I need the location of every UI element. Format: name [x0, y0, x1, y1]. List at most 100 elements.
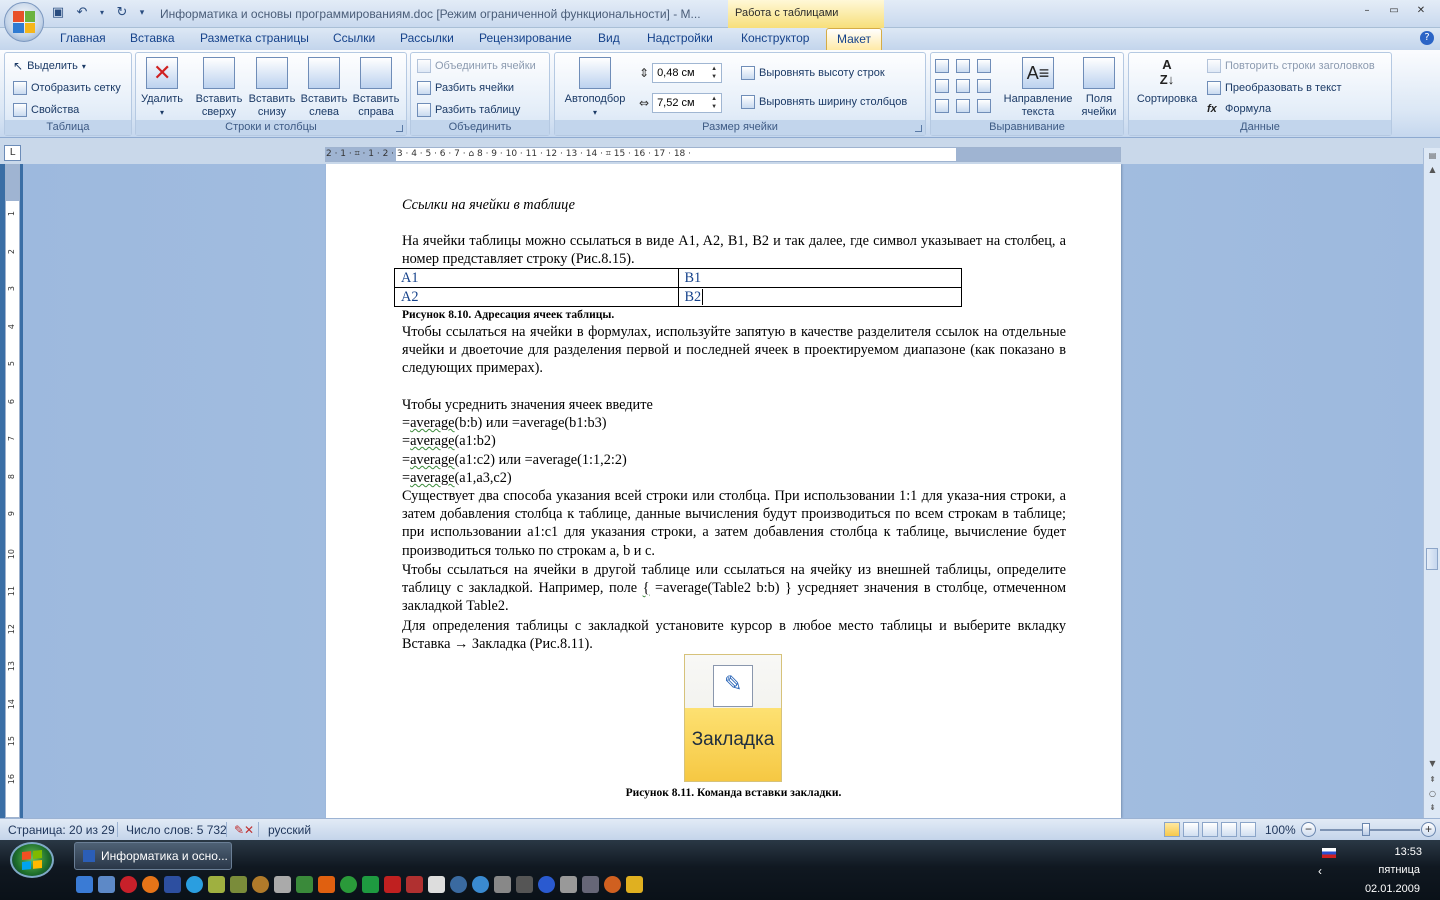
document-table[interactable]: A1 B1 A2 B2	[394, 268, 962, 307]
language-indicator[interactable]: русский	[268, 823, 311, 837]
document-page[interactable]: Ссылки на ячейки в таблице На ячейки таб…	[326, 164, 1121, 818]
show-grid-button[interactable]: Отобразить сетку	[13, 81, 121, 95]
notes-icon[interactable]	[626, 876, 643, 893]
browse-object-icon[interactable]: ○	[1427, 788, 1438, 799]
align-top-left-icon[interactable]	[935, 59, 949, 73]
dialog-launcher-icon[interactable]	[915, 125, 922, 132]
split-cells-button[interactable]: Разбить ячейки	[417, 81, 514, 95]
horizontal-ruler[interactable]: 2 · 1 · ⌗ · 1 · 2 · 3 · 4 · 5 · 6 · 7 · …	[325, 147, 1121, 162]
bookmark-button-image[interactable]: ✎ Закладка	[684, 654, 782, 782]
close-button[interactable]: ✕	[1408, 2, 1434, 19]
full-screen-reading-icon[interactable]	[1183, 822, 1199, 837]
pen-icon[interactable]	[494, 876, 511, 893]
tab-page-layout[interactable]: Разметка страницы	[200, 31, 309, 45]
save-icon[interactable]: ▣	[50, 5, 66, 21]
spellcheck-icon[interactable]: ✎✕	[234, 823, 254, 837]
previous-page-icon[interactable]: ⇞	[1427, 774, 1438, 785]
convert-to-text-button[interactable]: Преобразовать в текст	[1207, 81, 1342, 95]
calendar-icon[interactable]	[428, 876, 445, 893]
camera-icon[interactable]	[560, 876, 577, 893]
tab-view[interactable]: Вид	[598, 31, 620, 45]
ruler-toggle-icon[interactable]: ▤	[1427, 150, 1438, 161]
table-cell-active[interactable]: B2	[677, 287, 962, 307]
dialog-launcher-icon[interactable]	[396, 125, 403, 132]
cell-margins-button[interactable]: Поля ячейки	[1077, 57, 1121, 119]
pdf-icon[interactable]	[406, 876, 423, 893]
page-count[interactable]: Страница: 20 из 29	[8, 823, 115, 837]
opera-icon[interactable]	[120, 876, 137, 893]
save-app-icon[interactable]	[164, 876, 181, 893]
audio-icon[interactable]	[252, 876, 269, 893]
language-flag-icon[interactable]	[1322, 848, 1336, 858]
tab-insert[interactable]: Вставка	[130, 31, 175, 45]
plane-icon[interactable]	[582, 876, 599, 893]
restore-button[interactable]: ▭	[1381, 2, 1407, 19]
outline-view-icon[interactable]	[1221, 822, 1237, 837]
zoom-level[interactable]: 100%	[1265, 823, 1296, 837]
chrome-icon[interactable]	[340, 876, 357, 893]
insert-above-button[interactable]: Вставить сверху	[192, 57, 246, 119]
table-cell[interactable]: A1	[394, 268, 679, 288]
tray-expand-icon[interactable]: ‹	[1318, 864, 1322, 878]
office-button[interactable]	[4, 2, 44, 42]
clock-time[interactable]: 13:53	[1394, 846, 1422, 858]
lightning-icon[interactable]	[538, 876, 555, 893]
properties-button[interactable]: Свойства	[13, 103, 79, 117]
tab-design[interactable]: Конструктор	[741, 31, 809, 45]
zoom-in-icon[interactable]: +	[1421, 822, 1436, 837]
distribute-rows-button[interactable]: Выровнять высоту строк	[741, 66, 885, 80]
select-button[interactable]: ↖ Выделить ▾	[13, 59, 86, 73]
tab-references[interactable]: Ссылки	[333, 31, 375, 45]
row-height-spinner[interactable]: ⇕ 0,48 см	[639, 63, 723, 83]
battery-icon[interactable]	[274, 876, 291, 893]
start-button[interactable]	[10, 842, 54, 878]
column-width-input[interactable]: 7,52 см	[652, 93, 723, 113]
table-cell[interactable]: A2	[394, 287, 679, 307]
align-bottom-right-icon[interactable]	[977, 99, 991, 113]
firefox2-icon[interactable]	[604, 876, 621, 893]
tab-mailings[interactable]: Рассылки	[400, 31, 454, 45]
align-middle-left-icon[interactable]	[935, 79, 949, 93]
folder-icon[interactable]	[296, 876, 313, 893]
scroll-up-icon[interactable]: ▲	[1427, 164, 1438, 175]
align-middle-right-icon[interactable]	[977, 79, 991, 93]
app-h-icon[interactable]	[362, 876, 379, 893]
scroll-thumb[interactable]	[1426, 548, 1438, 570]
print-layout-icon[interactable]	[1164, 822, 1180, 837]
web-layout-icon[interactable]	[1202, 822, 1218, 837]
insert-below-button[interactable]: Вставить снизу	[246, 57, 298, 119]
undo-icon[interactable]: ↶	[74, 5, 90, 21]
zoom-out-icon[interactable]: −	[1301, 822, 1316, 837]
merge-cells-button[interactable]: Объединить ячейки	[417, 59, 536, 73]
align-bottom-center-icon[interactable]	[956, 99, 970, 113]
word-count[interactable]: Число слов: 5 732	[126, 823, 227, 837]
table-cell[interactable]: B1	[677, 268, 962, 288]
distribute-columns-button[interactable]: Выровнять ширину столбцов	[741, 95, 907, 109]
align-bottom-left-icon[interactable]	[935, 99, 949, 113]
column-width-spinner[interactable]: ⇔ 7,52 см	[639, 93, 723, 113]
text-direction-button[interactable]: A≡ Направление текста	[999, 57, 1077, 119]
tab-layout[interactable]: Макет	[826, 28, 882, 50]
minimize-button[interactable]: –	[1354, 2, 1380, 19]
red-app-icon[interactable]	[384, 876, 401, 893]
sort-button[interactable]: A Z↓ Сортировка	[1131, 57, 1203, 106]
align-middle-center-icon[interactable]	[956, 79, 970, 93]
vertical-ruler[interactable]: 1 2 3 4 5 6 7 8 9 10 11 12 13 14 15 16	[5, 164, 20, 818]
chevron-down-icon[interactable]: ▾	[98, 5, 106, 21]
chart-app-icon[interactable]	[318, 876, 335, 893]
switch-windows-icon[interactable]	[98, 876, 115, 893]
tools-icon[interactable]	[208, 876, 225, 893]
ie-icon[interactable]	[186, 876, 203, 893]
insert-left-button[interactable]: Вставить слева	[298, 57, 350, 119]
split-table-button[interactable]: Разбить таблицу	[417, 103, 520, 117]
repeat-header-rows-button[interactable]: Повторить строки заголовков	[1207, 59, 1375, 73]
align-top-right-icon[interactable]	[977, 59, 991, 73]
help-icon[interactable]: ?	[1420, 31, 1434, 45]
vertical-scrollbar[interactable]: ▤ ▲ ▼ ⇞ ○ ⇟	[1423, 148, 1440, 818]
autofit-button[interactable]: Автоподбор ▾	[557, 57, 633, 119]
tab-review[interactable]: Рецензирование	[479, 31, 572, 45]
wand-icon[interactable]	[230, 876, 247, 893]
row-height-input[interactable]: 0,48 см	[652, 63, 723, 83]
show-desktop-icon[interactable]	[76, 876, 93, 893]
formula-button[interactable]: fx Формула	[1207, 103, 1271, 115]
